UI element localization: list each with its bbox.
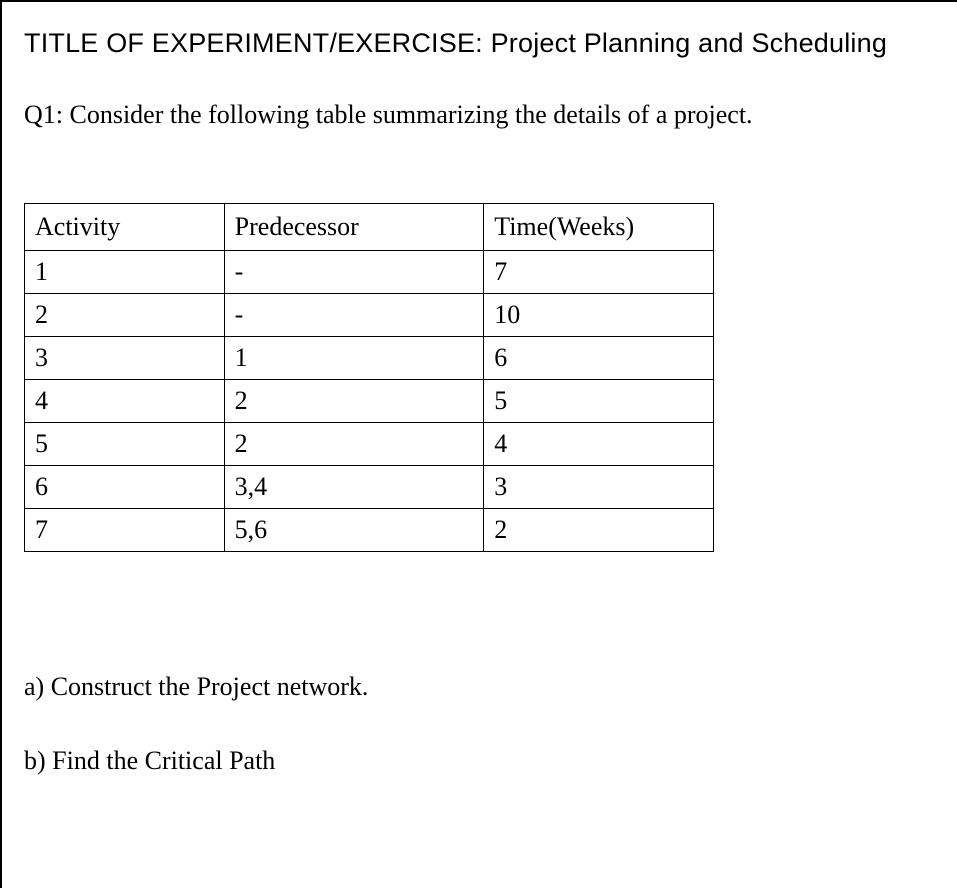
page-border (0, 0, 957, 888)
